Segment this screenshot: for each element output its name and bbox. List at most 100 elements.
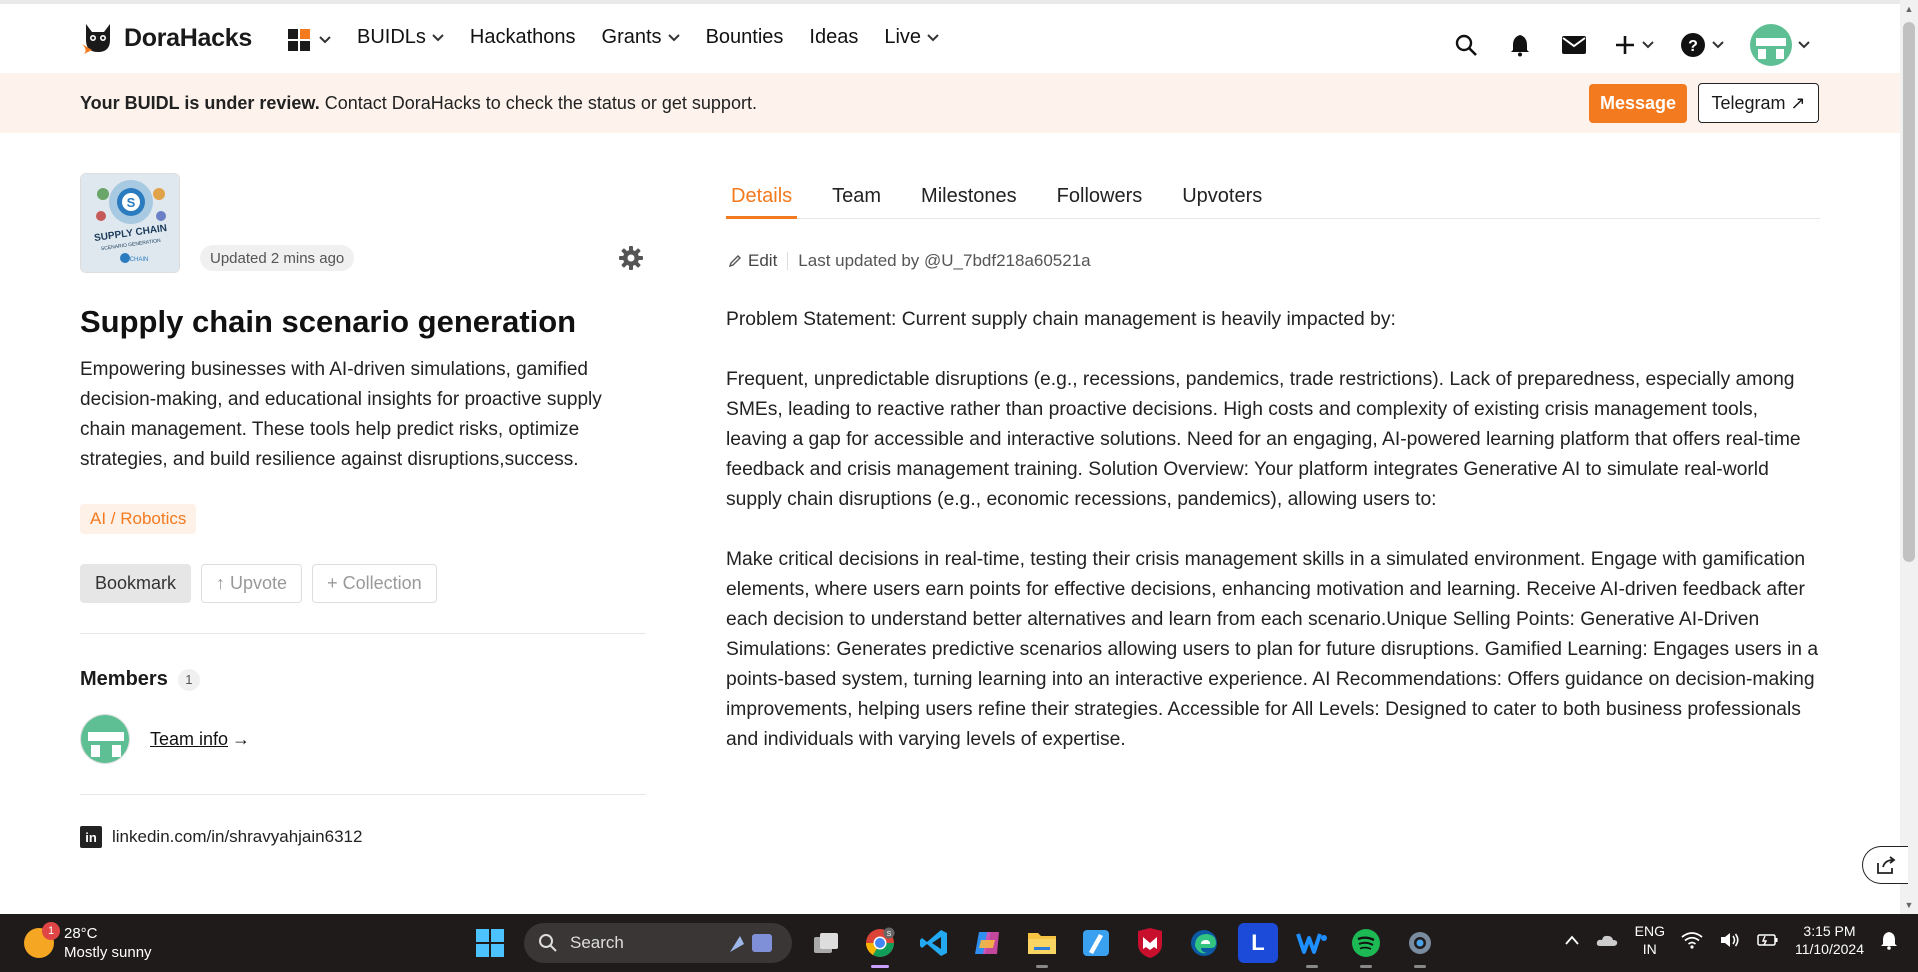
running-indicator: [1306, 965, 1318, 968]
bell-icon: [1511, 35, 1529, 57]
file-explorer-app[interactable]: [1022, 923, 1062, 968]
nav-actions: ?: [1452, 24, 1810, 66]
messages-button[interactable]: [1560, 31, 1588, 59]
divider: [80, 633, 646, 634]
edge-app[interactable]: [1184, 923, 1224, 963]
taskbar-search[interactable]: Search: [524, 923, 792, 963]
members-label: Members: [80, 668, 168, 690]
volume-icon[interactable]: [1719, 931, 1741, 949]
mcafee-app[interactable]: [1130, 923, 1170, 963]
banner-bold-text: Your BUIDL is under review.: [80, 93, 320, 113]
nav-item-label: Bounties: [705, 26, 784, 48]
nav-item-ideas[interactable]: Ideas: [809, 26, 858, 49]
members-count: 1: [177, 668, 200, 691]
user-menu[interactable]: [1750, 24, 1810, 66]
brand-name: DoraHacks: [124, 23, 252, 52]
divider: [80, 794, 646, 795]
scroll-down-icon[interactable]: ▼: [1904, 900, 1914, 910]
svg-text:?: ?: [1688, 38, 1698, 55]
dorahacks-logo[interactable]: DoraHacks: [80, 20, 252, 56]
nav-item-buidls[interactable]: BUIDLs: [357, 26, 444, 49]
wifi-icon[interactable]: [1681, 931, 1703, 949]
spotify-app[interactable]: [1346, 923, 1386, 968]
scrollbar-thumb[interactable]: [1903, 22, 1915, 562]
w-app[interactable]: [1292, 923, 1332, 968]
message-button[interactable]: Message: [1589, 84, 1687, 123]
running-indicator: [1360, 965, 1372, 968]
create-menu[interactable]: [1614, 34, 1654, 56]
category-tag[interactable]: AI / Robotics: [80, 504, 197, 534]
details-paragraph: Problem Statement: Current supply chain …: [726, 309, 1396, 330]
last-updated-text: Last updated by @U_7bdf218a60521a: [798, 251, 1091, 270]
members-heading: Members 1: [80, 668, 200, 691]
nav-item-grants[interactable]: Grants: [602, 26, 680, 49]
onedrive-icon[interactable]: [1595, 930, 1619, 950]
chevron-down-icon: [1712, 41, 1724, 49]
battery-icon[interactable]: [1757, 932, 1779, 948]
language-indicator[interactable]: ENG IN: [1635, 922, 1665, 958]
details-content: Problem Statement: Current supply chain …: [726, 305, 1822, 785]
team-info-link[interactable]: Team info →: [150, 729, 250, 750]
chevron-down-icon: [927, 33, 939, 41]
help-menu[interactable]: ?: [1680, 32, 1724, 58]
add-collection-button[interactable]: + Collection: [312, 564, 437, 603]
apps-menu[interactable]: [287, 28, 331, 52]
nav-item-label: Hackathons: [469, 26, 576, 48]
windows-start-button[interactable]: [470, 923, 510, 963]
tab-upvoters[interactable]: Upvoters: [1177, 185, 1267, 219]
review-banner: Your BUIDL is under review. Contact Dora…: [0, 73, 1900, 133]
scroll-up-icon[interactable]: ▲: [1904, 4, 1914, 14]
nav-item-hackathons[interactable]: Hackathons: [470, 26, 576, 49]
chrome-app[interactable]: S: [860, 923, 900, 968]
edge-icon: [1191, 930, 1217, 956]
notification-badge: 1: [42, 922, 60, 940]
task-view-button[interactable]: [806, 923, 846, 963]
tab-followers[interactable]: Followers: [1052, 185, 1148, 219]
weather-widget[interactable]: 1 28°C Mostly sunny: [24, 922, 152, 962]
tab-team[interactable]: Team: [827, 185, 886, 219]
upvote-button[interactable]: ↑ Upvote: [201, 564, 303, 603]
chevron-down-icon: [667, 33, 680, 41]
bookmark-button[interactable]: Bookmark: [80, 564, 192, 603]
windows-taskbar: 1 28°C Mostly sunny Search S L ENG IN 3:…: [0, 914, 1918, 972]
settings-app[interactable]: [1400, 923, 1440, 968]
updated-badge: Updated 2 mins ago: [200, 245, 355, 271]
clock[interactable]: 3:15 PM 11/10/2024: [1795, 922, 1864, 958]
taskbar-apps: Search S L: [470, 923, 1440, 968]
details-paragraph: Frequent, unpredictable disruptions (e.g…: [726, 369, 1801, 510]
tab-milestones[interactable]: Milestones: [916, 185, 1022, 219]
active-indicator: [871, 965, 889, 968]
avatar: [1750, 24, 1792, 66]
details-paragraph: Make critical decisions in real-time, te…: [726, 549, 1819, 750]
notification-bell-icon[interactable]: [1880, 930, 1898, 950]
notifications-button[interactable]: [1506, 31, 1534, 59]
chevron-down-icon: [432, 33, 444, 41]
tab-details[interactable]: Details: [726, 185, 798, 219]
page-scrollbar[interactable]: ▲ ▼: [1900, 0, 1918, 914]
chevron-up-icon[interactable]: [1564, 935, 1579, 945]
vscode-app[interactable]: [914, 923, 954, 963]
arrow-right-icon: →: [232, 729, 251, 749]
clock-time: 3:15 PM: [1803, 923, 1856, 939]
system-tray: ENG IN 3:15 PM 11/10/2024: [1564, 922, 1898, 958]
search-button[interactable]: [1452, 31, 1480, 59]
nav-item-bounties[interactable]: Bounties: [706, 26, 784, 49]
pen-app-icon: [1083, 930, 1109, 956]
plus-icon: [1616, 36, 1634, 54]
member-avatar[interactable]: [80, 714, 130, 764]
project-actions: Bookmark ↑ Upvote + Collection: [80, 564, 437, 603]
copilot-app[interactable]: [968, 923, 1008, 963]
pen-app[interactable]: [1076, 923, 1116, 963]
weather-temp: 28°C: [64, 925, 98, 942]
nav-item-live[interactable]: Live: [884, 26, 939, 49]
telegram-button[interactable]: Telegram ↗: [1698, 83, 1819, 123]
weather-sun-icon: 1: [24, 922, 60, 958]
linkedin-link[interactable]: in linkedin.com/in/shravyahjain6312: [80, 826, 362, 848]
edit-button[interactable]: Edit: [728, 251, 777, 271]
nav-item-label: Live: [884, 26, 922, 48]
banner-body-text: Contact DoraHacks to check the status or…: [319, 93, 757, 113]
edit-bar: Edit Last updated by @U_7bdf218a60521a: [728, 251, 1091, 271]
share-button[interactable]: [1862, 846, 1908, 884]
gear-icon[interactable]: [617, 244, 645, 272]
l-app[interactable]: L: [1238, 923, 1278, 963]
